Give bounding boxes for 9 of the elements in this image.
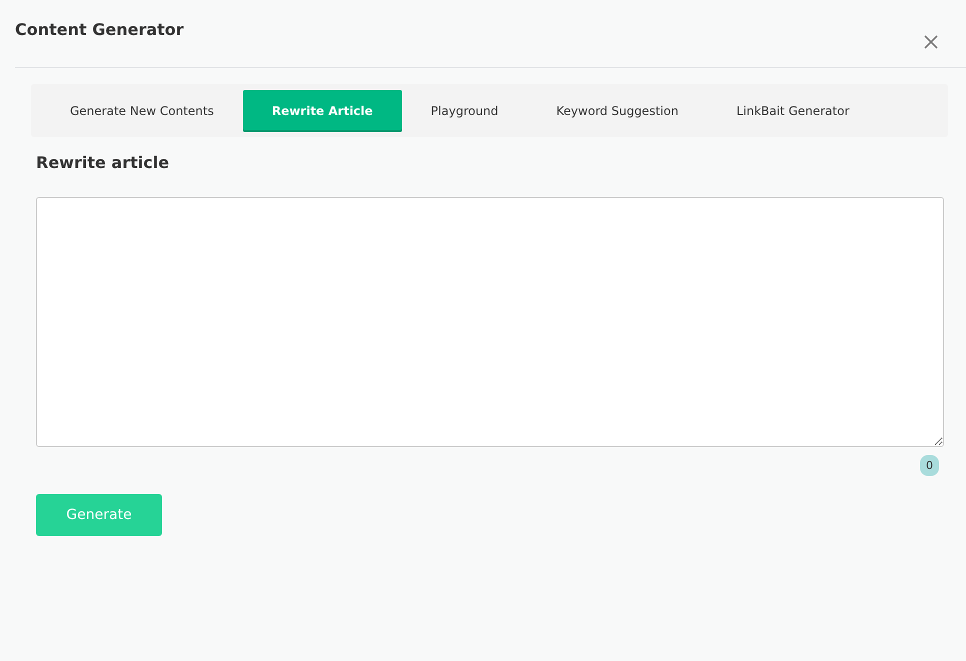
tab[interactable]: Generate New Contents (41, 90, 243, 132)
window-title: Content Generator (15, 20, 184, 41)
tab[interactable]: Keyword Suggestion (527, 90, 708, 132)
article-input[interactable] (36, 197, 944, 447)
character-count: 0 (920, 455, 939, 476)
tab[interactable]: LinkBait Generator (707, 90, 878, 132)
section-heading: Rewrite article (36, 153, 170, 172)
close-icon[interactable] (924, 35, 938, 49)
tab[interactable]: Playground (402, 90, 528, 132)
